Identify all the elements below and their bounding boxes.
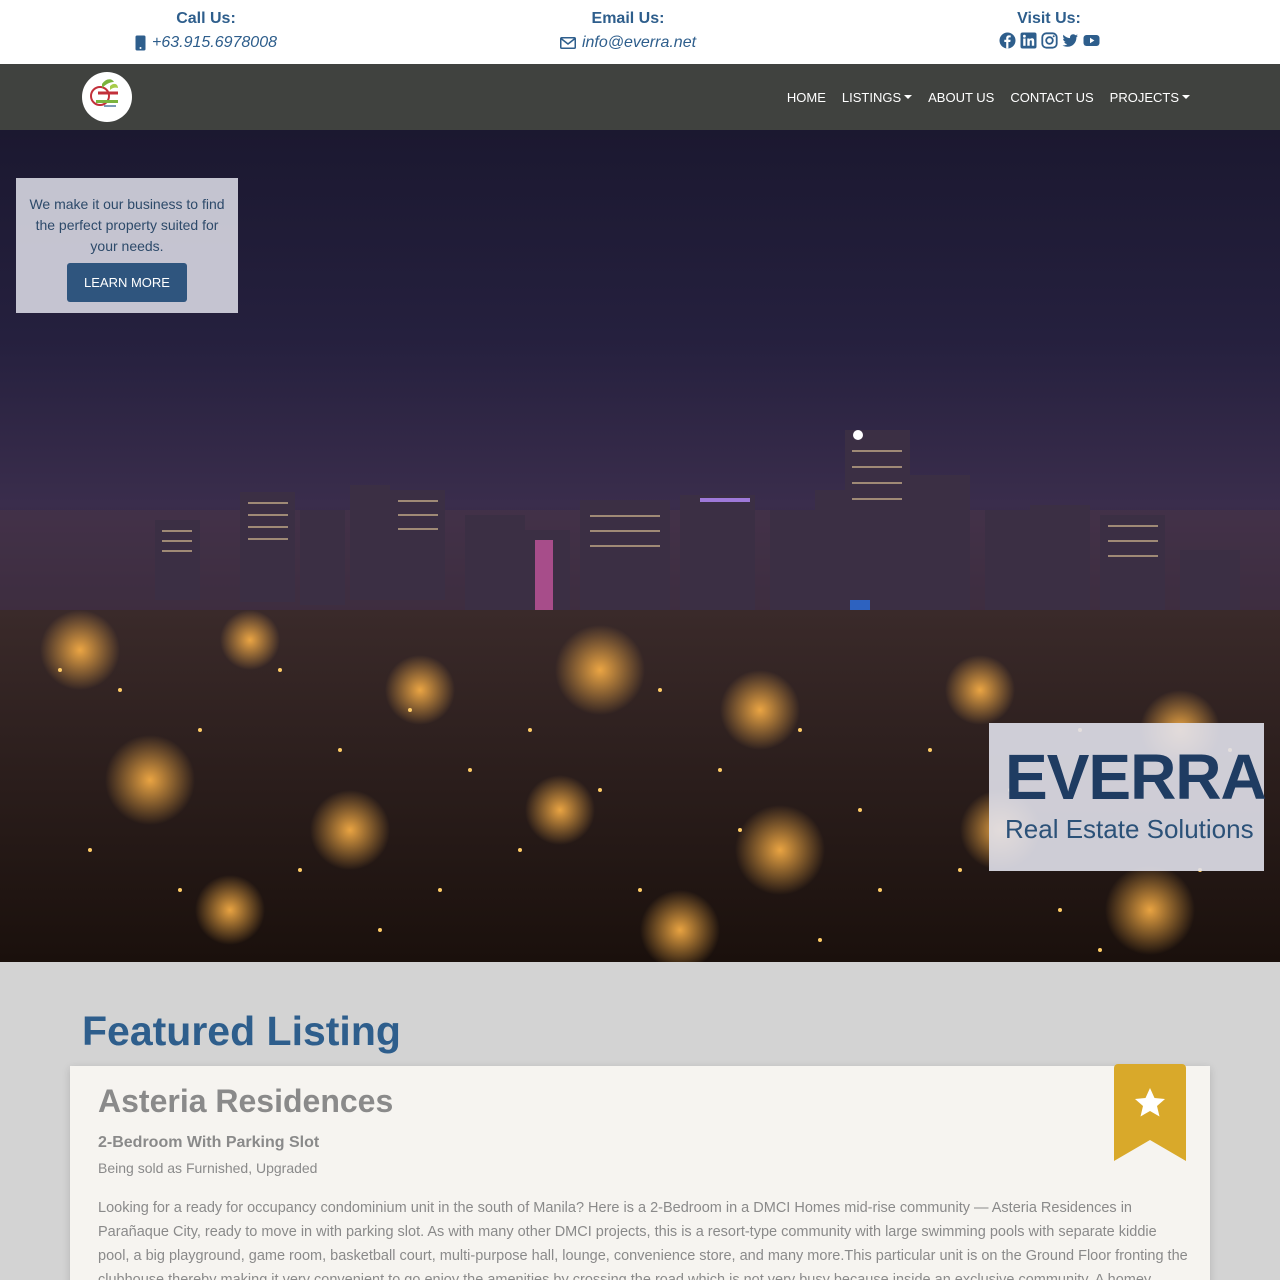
main-navbar: HOME LISTINGS ABOUT US CONTACT US PROJEC… xyxy=(0,64,1280,130)
listing-subtitle: 2-Bedroom With Parking Slot xyxy=(98,1134,320,1151)
nav-home-label: HOME xyxy=(786,89,826,105)
everra-logo[interactable] xyxy=(82,72,132,122)
brand-title: EVERRA xyxy=(1005,741,1267,813)
phone-link[interactable]: +63.915.6978008 xyxy=(56,30,356,56)
facebook-icon[interactable] xyxy=(999,32,1016,49)
hero-cta-box: We make it our business to find the perf… xyxy=(16,178,238,313)
instagram-icon[interactable] xyxy=(1040,32,1058,49)
listing-description: Looking for a ready for occupancy condom… xyxy=(98,1200,1188,1280)
nav-contact-us-label: CONTACT US xyxy=(1010,89,1094,105)
youtube-icon[interactable] xyxy=(1083,32,1100,49)
twitter-icon[interactable] xyxy=(1061,32,1079,49)
phone-number[interactable]: +63.915.6978008 xyxy=(152,30,277,56)
email-us-label: Email Us: xyxy=(591,10,665,27)
hero-brand-box: EVERRA Real Estate Solutions xyxy=(989,723,1267,871)
nav-contact-us[interactable]: CONTACT US xyxy=(1010,90,1093,105)
featured-listing-heading: Featured Listing xyxy=(82,1008,401,1054)
call-us-section: Call Us: +63.915.6978008 xyxy=(56,8,356,56)
nav-about-us[interactable]: ABOUT US xyxy=(928,90,994,105)
call-us-label: Call Us: xyxy=(176,10,236,27)
contact-bar: Call Us: +63.915.6978008 Email Us: info@… xyxy=(0,0,1280,64)
featured-bookmark-icon xyxy=(1114,1064,1186,1161)
listing-title[interactable]: Asteria Residences xyxy=(98,1082,1182,1120)
learn-more-button[interactable]: LEARN MORE xyxy=(67,263,187,302)
social-icons xyxy=(899,32,1199,49)
visit-us-label: Visit Us: xyxy=(1017,10,1081,27)
email-us-section: Email Us: info@everra.net xyxy=(478,8,778,56)
nav-about-us-label: ABOUT US xyxy=(928,89,995,105)
hero-banner: We make it our business to find the perf… xyxy=(0,130,1280,962)
nav-menu: HOME LISTINGS ABOUT US CONTACT US PROJEC… xyxy=(787,64,1190,130)
brand-subtitle: Real Estate Solutions xyxy=(1005,814,1254,844)
hero-cta-text: We make it our business to find the perf… xyxy=(29,196,225,254)
envelope-icon xyxy=(559,37,576,49)
listing-note: Being sold as Furnished, Upgraded xyxy=(98,1160,318,1176)
caret-down-icon xyxy=(904,95,913,99)
nav-projects-label: PROJECTS xyxy=(1109,89,1179,105)
email-address[interactable]: info@everra.net xyxy=(582,30,696,56)
email-link[interactable]: info@everra.net xyxy=(478,30,778,56)
nav-listings[interactable]: LISTINGS xyxy=(841,89,913,105)
nav-listings-label: LISTINGS xyxy=(841,89,902,105)
nav-home[interactable]: HOME xyxy=(787,90,826,105)
caret-down-icon xyxy=(1182,95,1190,99)
mobile-phone-icon xyxy=(135,35,146,51)
featured-listing-card[interactable]: Asteria Residences 2-Bedroom With Parkin… xyxy=(70,1066,1210,1280)
visit-us-section: Visit Us: xyxy=(899,8,1199,49)
nav-projects[interactable]: PROJECTS xyxy=(1110,90,1190,105)
linkedin-icon[interactable] xyxy=(1020,32,1037,49)
